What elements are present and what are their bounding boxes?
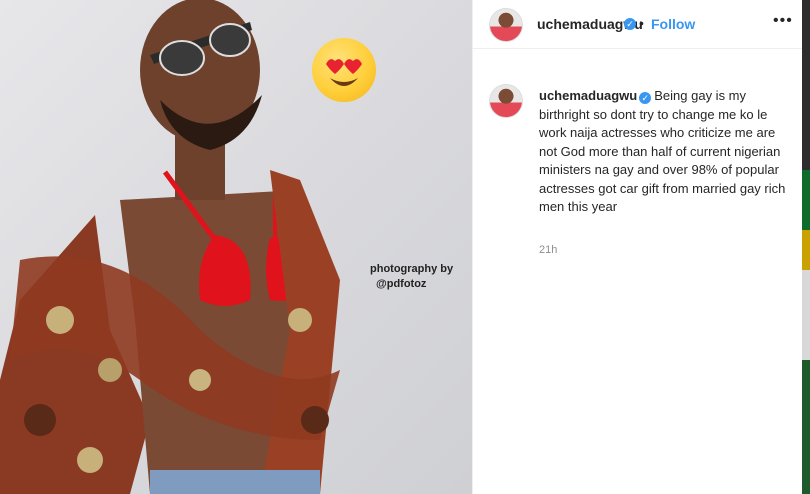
author-avatar[interactable]	[489, 8, 523, 42]
post-side-panel: uchemaduagwu ✓ • Follow ••• uchemaduagwu…	[472, 0, 803, 494]
header-separator: •	[639, 15, 644, 31]
follow-button[interactable]: Follow	[651, 16, 695, 32]
caption-text: Being gay is my birthright so dont try t…	[539, 88, 786, 214]
post-photo[interactable]: photography by @pdfotoz	[0, 0, 472, 494]
more-options-icon[interactable]: •••	[773, 12, 793, 30]
post-timestamp[interactable]: 21h	[539, 244, 557, 256]
photo-credit-line2: @pdfotoz	[376, 278, 427, 290]
heart-eyes-emoji-icon	[312, 38, 376, 102]
caption-verified-badge-icon: ✓	[639, 92, 652, 104]
post-header: uchemaduagwu ✓ • Follow •••	[473, 0, 803, 49]
verified-badge-icon: ✓	[624, 18, 636, 30]
window-edge	[802, 0, 810, 494]
post-photo-illustration	[0, 0, 340, 494]
photo-credit: photography by @pdfotoz	[370, 262, 453, 292]
post-caption: uchemaduagwu ✓ Being gay is my birthright …	[539, 87, 787, 217]
photo-credit-line1: photography by	[370, 263, 454, 275]
caption-username[interactable]: uchemaduagwu	[539, 88, 637, 103]
caption-author-avatar[interactable]	[489, 84, 523, 118]
